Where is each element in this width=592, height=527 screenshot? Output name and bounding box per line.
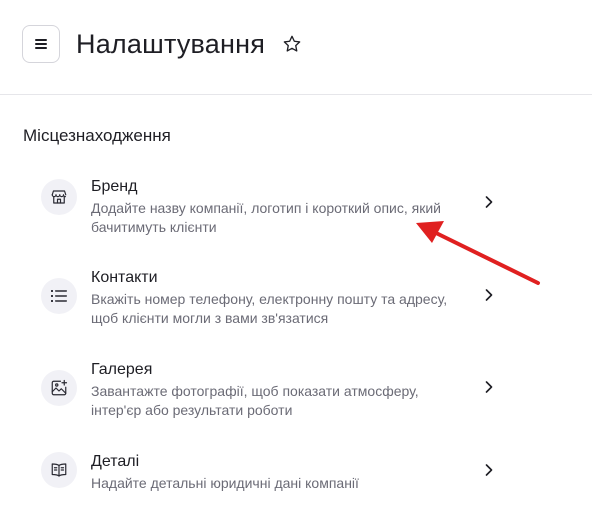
star-icon xyxy=(283,35,301,52)
item-title: Галерея xyxy=(91,361,153,378)
settings-page: Налаштування Місцезнаходження Бренд Дода… xyxy=(0,0,592,527)
favorite-button[interactable] xyxy=(281,33,303,55)
item-icon-wrapper xyxy=(41,179,77,215)
item-icon-wrapper xyxy=(41,370,77,406)
chevron-right-icon xyxy=(482,380,496,394)
annotation-arrow xyxy=(416,221,540,285)
item-title: Контакти xyxy=(91,269,158,286)
chevron-right-icon xyxy=(482,463,496,477)
page-title: Налаштування xyxy=(76,29,266,59)
item-description: Надайте детальні юридичні дані компанії xyxy=(91,475,359,491)
section-title: Місцезнаходження xyxy=(23,126,171,145)
page-header: Налаштування xyxy=(0,0,592,95)
item-icon-wrapper xyxy=(41,452,77,488)
settings-item-details[interactable]: Деталі Надайте детальні юридичні дані ко… xyxy=(22,452,512,527)
list-icon xyxy=(51,290,67,302)
chevron-right-icon xyxy=(482,195,496,209)
item-title: Бренд xyxy=(91,178,138,195)
settings-item-gallery[interactable]: Галерея Завантажте фотографії, щоб показ… xyxy=(22,360,512,436)
item-title: Деталі xyxy=(91,453,140,470)
storefront-icon xyxy=(51,190,67,204)
menu-icon xyxy=(35,39,47,49)
gallery-icon xyxy=(51,379,68,396)
item-description: Завантажте фотографії, щоб показати атмо… xyxy=(91,383,419,418)
book-icon xyxy=(51,463,67,477)
item-icon-wrapper xyxy=(41,278,77,314)
chevron-right-icon xyxy=(482,288,496,302)
item-description: Вкажіть номер телефону, електронну пошту… xyxy=(91,291,448,326)
menu-button[interactable] xyxy=(22,25,60,63)
